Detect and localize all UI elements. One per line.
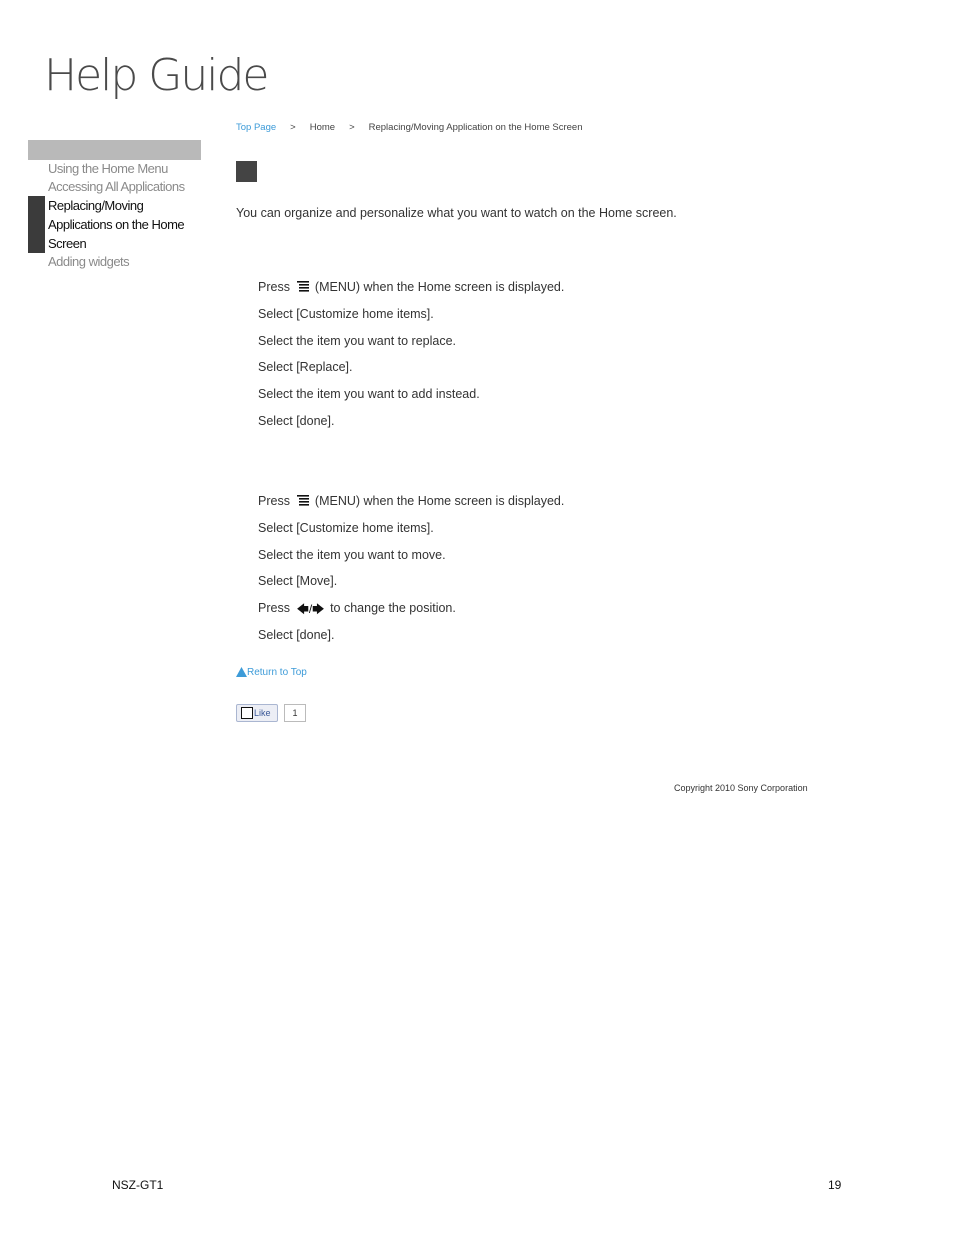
step-2: Select [Customize home items]. <box>258 306 434 321</box>
sidebar-item-label: Replacing/Moving <box>48 198 144 213</box>
return-to-top-link[interactable]: Return to Top <box>236 667 307 678</box>
left-right-arrows-icon: 🡄/🡆 <box>296 602 325 617</box>
step-2: Select [Customize home items]. <box>258 520 434 535</box>
breadcrumb-separator: > <box>290 122 296 133</box>
step-text: to change the position. <box>330 601 456 616</box>
like-button[interactable]: Like <box>236 704 278 722</box>
step-6: Select [done]. <box>258 627 335 642</box>
step-6: Select [done]. <box>258 413 335 428</box>
step-4: Select [Replace]. <box>258 360 353 375</box>
step-1: Press (MENU) when the Home screen is dis… <box>258 493 564 520</box>
breadcrumb: Top Page > Home > Replacing/Moving Applicati… <box>236 122 583 133</box>
checkbox-icon <box>241 707 253 719</box>
step-5: Press 🡄/🡆 to change the position. <box>258 600 564 627</box>
help-guide-logo: Help Guide <box>44 50 270 101</box>
sidebar-header <box>28 140 201 160</box>
breadcrumb-top-page[interactable]: Top Page <box>236 122 276 133</box>
move-steps: Press (MENU) when the Home screen is dis… <box>258 493 564 654</box>
title-marker <box>236 161 257 182</box>
return-to-top-label: Return to Top <box>247 667 307 678</box>
sidebar-item-label: Screen <box>48 236 87 251</box>
step-text: (MENU) when the Home screen is displayed… <box>314 280 565 294</box>
triangle-up-icon <box>236 667 247 677</box>
intro-text: You can organize and personalize what yo… <box>236 206 677 220</box>
breadcrumb-separator: > <box>349 122 355 133</box>
step-text: Press <box>258 280 290 294</box>
sidebar-nav: Using the Home Menu Accessing All Applic… <box>28 160 201 271</box>
menu-icon <box>297 281 310 292</box>
step-1: Press (MENU) when the Home screen is dis… <box>258 279 564 306</box>
footer-model: NSZ-GT1 <box>112 1178 164 1192</box>
sidebar-item-adding-widgets[interactable]: Adding widgets <box>28 253 201 271</box>
sidebar-item-accessing-all-applications[interactable]: Accessing All Applications <box>28 178 201 196</box>
menu-icon <box>297 495 310 506</box>
replace-steps: Press (MENU) when the Home screen is dis… <box>258 279 564 440</box>
like-count: 1 <box>284 704 306 722</box>
step-3: Select the item you want to replace. <box>258 333 457 348</box>
like-widget: Like 1 <box>236 704 306 722</box>
page-number: 19 <box>828 1178 842 1192</box>
breadcrumb-home[interactable]: Home <box>310 122 335 133</box>
step-text: Press <box>258 601 290 616</box>
sidebar-item-replacing-moving[interactable]: Replacing/Moving Applications on the Hom… <box>28 196 201 253</box>
step-text: (MENU) when the Home screen is displayed… <box>314 494 565 508</box>
like-label: Like <box>254 708 271 718</box>
sidebar-item-using-home-menu[interactable]: Using the Home Menu <box>28 160 201 178</box>
step-3: Select the item you want to move. <box>258 547 446 562</box>
breadcrumb-current: Replacing/Moving Application on the Home… <box>368 122 583 133</box>
step-text: Press <box>258 494 290 508</box>
sidebar-item-label: Applications on the Home <box>48 217 185 232</box>
step-4: Select [Move]. <box>258 574 338 589</box>
copyright: Copyright 2010 Sony Corporation <box>674 783 808 793</box>
active-indicator <box>28 196 45 253</box>
step-5: Select the item you want to add instead. <box>258 387 480 402</box>
